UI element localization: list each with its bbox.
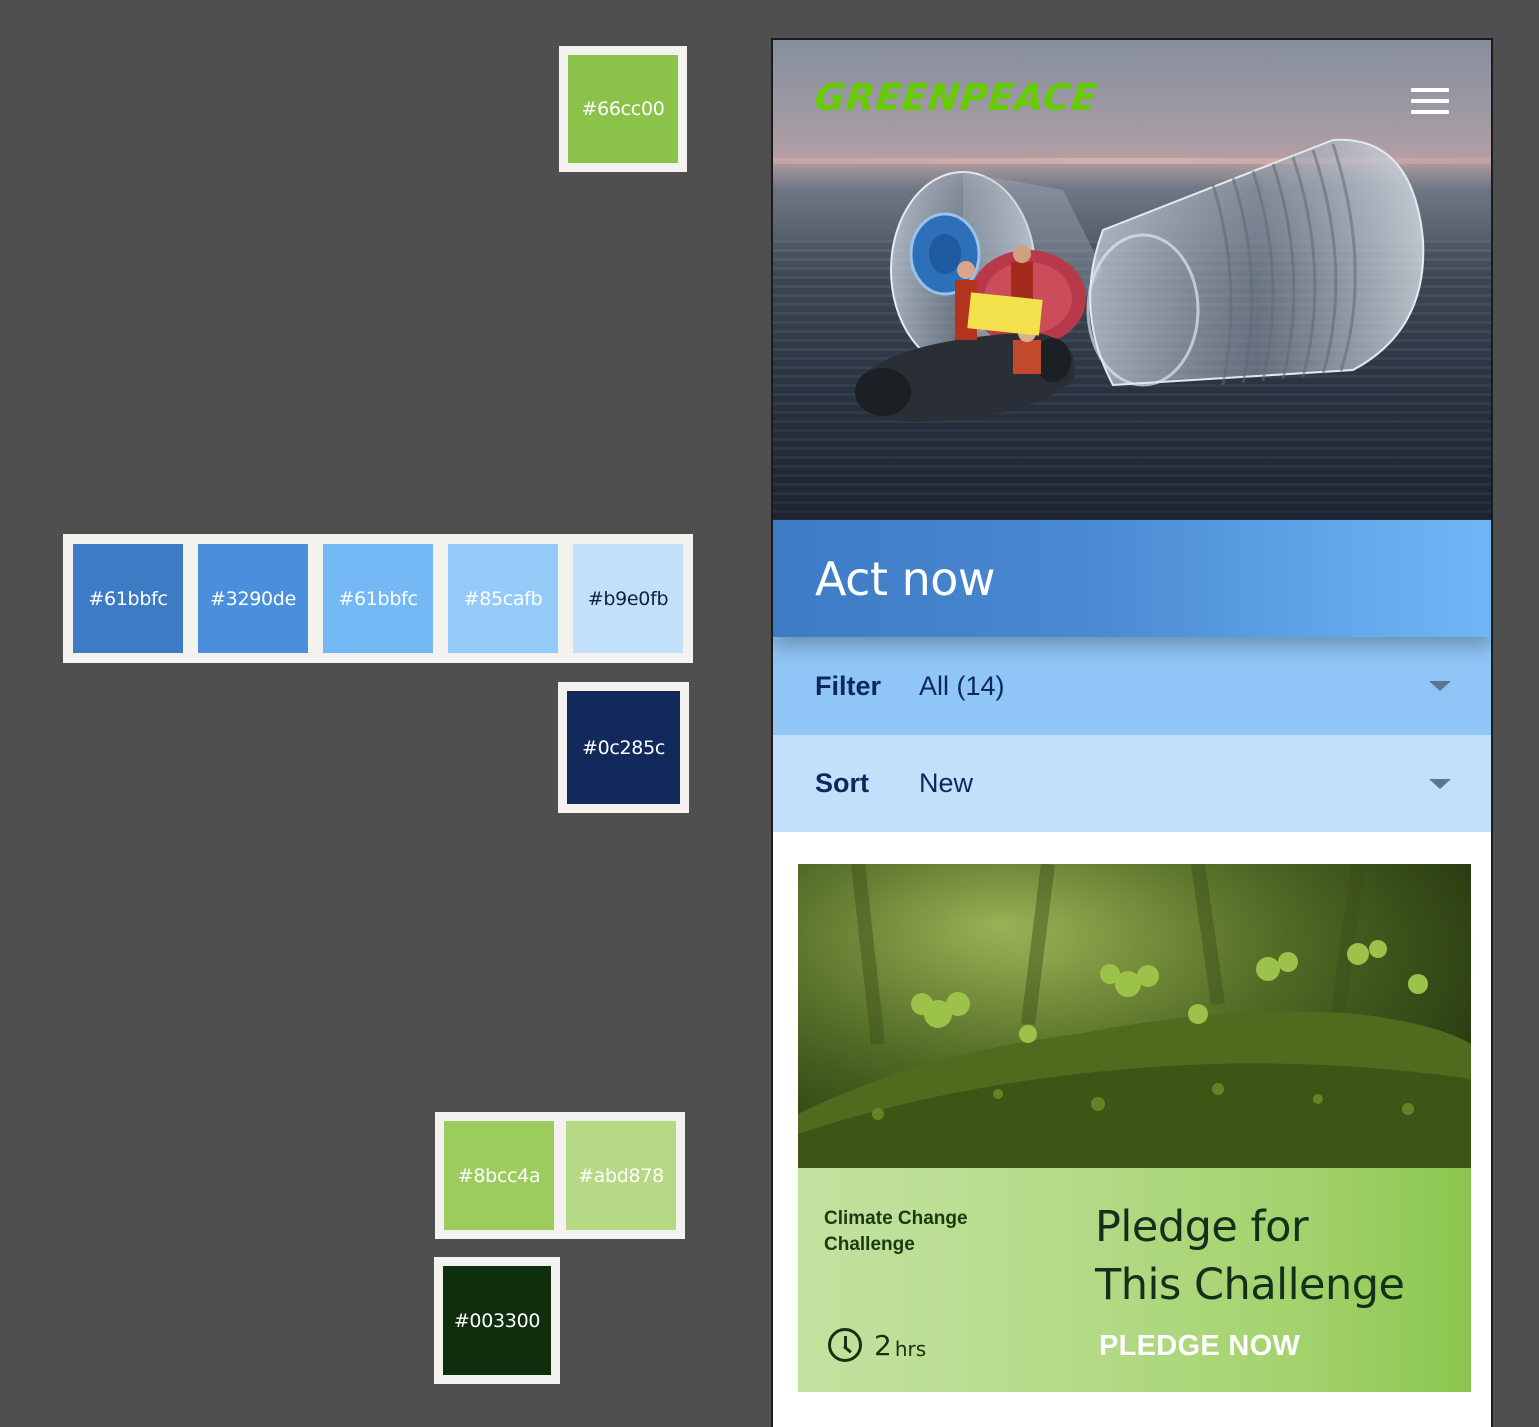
page-title: Act now [815,551,996,606]
hamburger-menu-icon[interactable] [1411,88,1449,114]
swatch-green-2: #abd878 [566,1121,676,1230]
mobile-screen: GREENPEACE Act now Filter All (14) Sort … [771,38,1493,1427]
swatch-blue-2: #3290de [198,544,308,653]
duration-unit: hrs [894,1337,927,1361]
green-swatch-group: #8bcc4a #abd878 [435,1112,685,1239]
swatch-blue-4: #85cafb [448,544,558,653]
chevron-down-icon[interactable] [1429,778,1451,789]
swatch-green-1: #8bcc4a [444,1121,554,1230]
hero-image: GREENPEACE [773,40,1491,520]
menu-bar-middle [1411,99,1449,103]
greenpeace-logo[interactable]: GREENPEACE [813,76,1100,119]
moss-illustration [798,864,1471,1168]
card-headline-line1: Pledge for [1095,1202,1309,1252]
challenge-card[interactable]: Climate Change Challenge 2 hrs Pledge fo… [798,864,1471,1394]
blue-swatch-group: #61bbfc #3290de #61bbfc #85cafb #b9e0fb [63,534,693,663]
swatch-brand-green: #66cc00 [568,55,678,163]
navy-swatch-group: #0c285c [558,682,689,813]
card-headline-line2: This Challenge [1095,1260,1405,1310]
sort-value[interactable]: New [919,768,1429,799]
swatch-blue-3: #61bbfc [323,544,433,653]
duration-value: 2 [874,1328,892,1362]
swatch-navy: #0c285c [567,691,680,804]
brand-swatch-group: #66cc00 [559,46,687,172]
card-duration: 2 hrs [828,1328,926,1362]
card-body: Climate Change Challenge 2 hrs Pledge fo… [798,1168,1471,1392]
swatch-blue-5: #b9e0fb [573,544,683,653]
sort-label: Sort [815,768,869,798]
chevron-down-icon[interactable] [1429,681,1451,691]
filter-dropdown[interactable]: Filter All (14) [773,637,1491,735]
card-headline: Pledge for This Challenge [1095,1198,1455,1314]
clock-icon [828,1328,862,1362]
swatch-blue-1: #61bbfc [73,544,183,653]
filter-value[interactable]: All (14) [919,671,1429,702]
sort-dropdown[interactable]: Sort New [773,735,1491,832]
section-header: Act now [773,520,1491,637]
swatch-dark-green: #003300 [443,1266,551,1375]
menu-bar-bottom [1411,110,1449,114]
filter-label: Filter [815,670,882,701]
card-category: Climate Change Challenge [824,1208,968,1255]
pledge-now-button[interactable]: PLEDGE NOW [1099,1330,1300,1363]
forest-moss-image [798,864,1471,1168]
dark-green-swatch-group: #003300 [434,1257,560,1384]
menu-bar-top [1411,88,1449,92]
